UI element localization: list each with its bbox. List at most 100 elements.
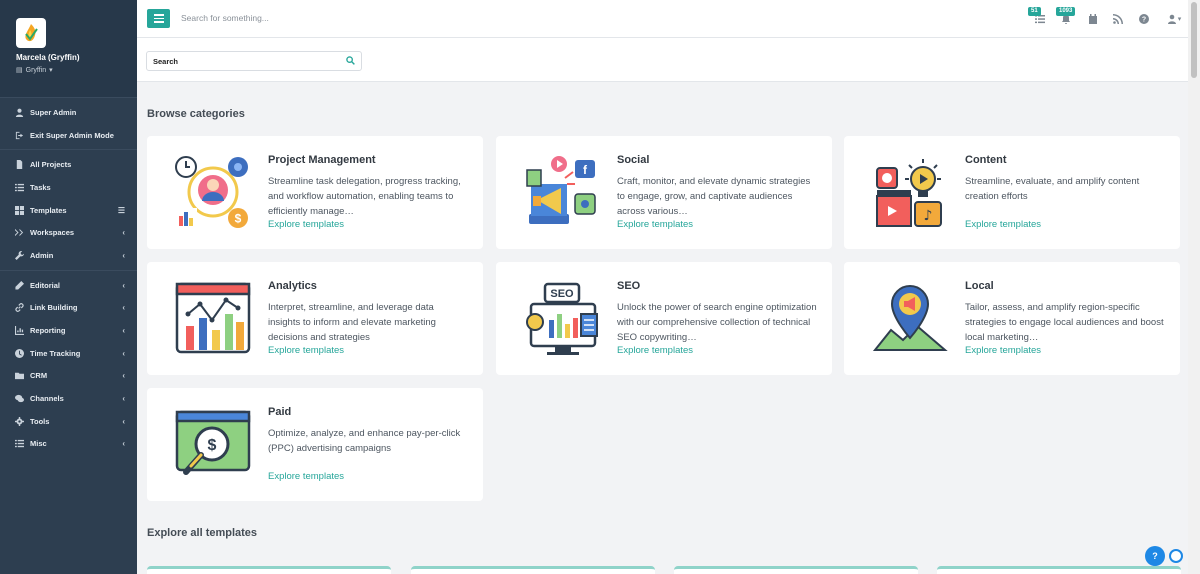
sidebar-item-label: Workspaces bbox=[30, 228, 75, 238]
explore-templates-link[interactable]: Explore templates bbox=[268, 219, 344, 230]
sidebar-item-editorial[interactable]: Editorial ‹ bbox=[0, 274, 137, 297]
user-menu-icon[interactable]: ▾ bbox=[1165, 13, 1183, 25]
topbar: Search for something... 51 1093 ? ▾ bbox=[137, 0, 1188, 38]
chevron-left-icon: ‹ bbox=[122, 416, 125, 426]
bell-icon[interactable]: 1093 bbox=[1056, 7, 1076, 25]
explore-templates-link[interactable]: Explore templates bbox=[965, 345, 1041, 356]
sidebar-item-exit-super-admin[interactable]: Exit Super Admin Mode bbox=[0, 124, 137, 147]
sidebar-item-crm[interactable]: CRM ‹ bbox=[0, 365, 137, 388]
calendar-icon[interactable] bbox=[1087, 13, 1099, 25]
help-chat-button[interactable]: ? bbox=[1145, 546, 1165, 566]
rss-icon[interactable] bbox=[1112, 13, 1124, 25]
card-description: Optimize, analyze, and enhance pay-per-c… bbox=[268, 428, 461, 454]
org-switcher[interactable]: ▤ Gryffin ▾ bbox=[16, 66, 137, 75]
sidebar-item-label: Misc bbox=[30, 439, 47, 449]
search-input-placeholder: Search bbox=[153, 57, 179, 66]
logo[interactable] bbox=[16, 18, 46, 48]
settings-fab-button[interactable] bbox=[1169, 549, 1183, 563]
sidebar-item-tools[interactable]: Tools ‹ bbox=[0, 410, 137, 433]
sidebar-item-label: All Projects bbox=[30, 160, 72, 170]
template-card[interactable] bbox=[937, 566, 1181, 574]
comments-icon bbox=[15, 394, 24, 403]
content-illustration: ♪ bbox=[871, 154, 949, 232]
link-icon bbox=[15, 303, 24, 313]
svg-text:SEO: SEO bbox=[550, 288, 574, 300]
sidebar-item-label: Templates bbox=[30, 205, 67, 215]
sidebar-item-workspaces[interactable]: Workspaces ‹ bbox=[0, 221, 137, 244]
search-icon[interactable] bbox=[346, 56, 355, 67]
chevron-left-icon: ‹ bbox=[122, 228, 125, 238]
sidebar-group-admin: Super Admin Exit Super Admin Mode bbox=[0, 98, 137, 151]
explore-templates-link[interactable]: Explore templates bbox=[617, 219, 693, 230]
card-title: SEO bbox=[617, 280, 641, 292]
explore-templates-link[interactable]: Explore templates bbox=[617, 345, 693, 356]
search-strip: Search bbox=[137, 38, 1188, 82]
clock-icon bbox=[15, 348, 24, 358]
chevron-left-icon: ‹ bbox=[122, 250, 125, 260]
sidebar-item-misc[interactable]: Misc ‹ bbox=[0, 433, 137, 456]
help-icon[interactable]: ? bbox=[1138, 13, 1150, 25]
template-card[interactable] bbox=[147, 566, 391, 574]
global-search-input[interactable]: Search for something... bbox=[181, 13, 269, 23]
sidebar-item-label: CRM bbox=[30, 371, 48, 381]
page-scrollbar[interactable] bbox=[1188, 0, 1200, 574]
card-description: Interpret, streamline, and leverage data… bbox=[268, 302, 436, 343]
sidebar-item-label: Admin bbox=[30, 250, 54, 260]
category-card-project-management[interactable]: $ Project Management Streamline task del… bbox=[147, 136, 483, 249]
caret-down-icon: ▾ bbox=[49, 67, 53, 74]
pencil-icon bbox=[15, 280, 24, 290]
card-title: Project Management bbox=[268, 154, 376, 166]
chevron-left-icon: ‹ bbox=[122, 439, 125, 449]
sidebar-item-reporting[interactable]: Reporting ‹ bbox=[0, 319, 137, 342]
sidebar-item-tasks[interactable]: Tasks bbox=[0, 176, 137, 199]
tasks-icon[interactable]: 51 bbox=[1028, 7, 1046, 25]
card-description: Streamline, evaluate, and amplify conten… bbox=[965, 176, 1140, 202]
caret-down-icon: ▾ bbox=[1177, 16, 1182, 23]
social-illustration: f bbox=[523, 154, 601, 232]
category-card-local[interactable]: Local Tailor, assess, and amplify region… bbox=[844, 262, 1180, 375]
chevron-left-icon: ‹ bbox=[122, 394, 125, 404]
category-card-analytics[interactable]: Analytics Interpret, streamline, and lev… bbox=[147, 262, 483, 375]
local-illustration bbox=[871, 280, 949, 358]
card-description: Unlock the power of search engine optimi… bbox=[617, 302, 817, 343]
cog-icon bbox=[15, 416, 24, 426]
template-card[interactable] bbox=[674, 566, 918, 574]
sidebar-item-time-tracking[interactable]: Time Tracking ‹ bbox=[0, 342, 137, 365]
category-card-seo[interactable]: SEO SEO Unlock the power of search engin… bbox=[496, 262, 832, 375]
sidebar-profile: Marcela (Gryffin) ▤ Gryffin ▾ bbox=[0, 0, 137, 98]
sidebar-item-label: Editorial bbox=[30, 280, 61, 290]
explore-templates-link[interactable]: Explore templates bbox=[268, 471, 344, 482]
sidebar-item-label: Tools bbox=[30, 416, 50, 426]
chevron-left-icon: ‹ bbox=[122, 326, 125, 336]
card-description: Tailor, assess, and amplify region-speci… bbox=[965, 302, 1164, 343]
sidebar-group-main: All Projects Tasks Templates ☰ Workspace… bbox=[0, 150, 137, 271]
table-icon bbox=[15, 205, 24, 215]
card-title: Social bbox=[617, 154, 650, 166]
sidebar-item-super-admin[interactable]: Super Admin bbox=[0, 101, 137, 124]
template-search-input[interactable]: Search bbox=[146, 51, 362, 71]
sidebar-item-admin[interactable]: Admin ‹ bbox=[0, 244, 137, 267]
list-icon bbox=[15, 183, 24, 192]
sidebar-item-channels[interactable]: Channels ‹ bbox=[0, 387, 137, 410]
sidebar-item-templates[interactable]: Templates ☰ bbox=[0, 199, 137, 222]
folder-icon bbox=[15, 371, 24, 380]
sidebar-item-all-projects[interactable]: All Projects bbox=[0, 153, 137, 176]
scrollbar-thumb[interactable] bbox=[1191, 2, 1197, 78]
sidebar-item-label: Super Admin bbox=[30, 107, 77, 117]
category-card-content[interactable]: ♪ Content Streamline, evaluate, and ampl… bbox=[844, 136, 1180, 249]
menu-toggle-button[interactable] bbox=[147, 9, 170, 28]
category-card-paid[interactable]: $ Paid Optimize, analyze, and enhance pa… bbox=[147, 388, 483, 501]
user-icon bbox=[15, 108, 24, 117]
card-title: Content bbox=[965, 154, 1007, 166]
svg-text:$: $ bbox=[235, 212, 242, 226]
explore-templates-link[interactable]: Explore templates bbox=[965, 219, 1041, 230]
analytics-illustration bbox=[174, 280, 252, 358]
sidebar-item-link-building[interactable]: Link Building ‹ bbox=[0, 297, 137, 320]
explore-templates-link[interactable]: Explore templates bbox=[268, 345, 344, 356]
sidebar-item-label: Tasks bbox=[30, 182, 51, 192]
template-card[interactable] bbox=[411, 566, 655, 574]
svg-text:?: ? bbox=[1142, 17, 1146, 24]
category-card-social[interactable]: f Social Craft, monitor, and elevate dyn… bbox=[496, 136, 832, 249]
chart-icon bbox=[15, 326, 24, 336]
card-description: Craft, monitor, and elevate dynamic stra… bbox=[617, 176, 811, 217]
